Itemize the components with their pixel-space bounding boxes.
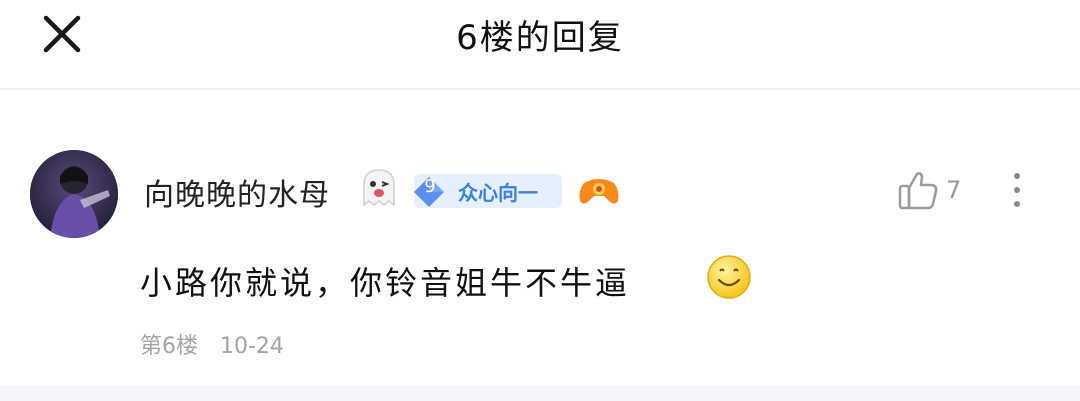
floor-number: 第6楼 [140, 334, 198, 359]
thumbs-up-icon [898, 172, 938, 210]
fan-level-badge[interactable]: 9 众心向一 [414, 174, 562, 208]
more-vertical-icon [1014, 173, 1020, 207]
ghost-emoji-icon [363, 169, 395, 207]
username[interactable]: 向晚晚的水母 [144, 170, 330, 214]
page-title: 6楼的回复 [456, 18, 624, 58]
smile-emoji-icon [707, 255, 751, 299]
badge-level: 9 [424, 176, 436, 197]
header: 6楼的回复 [0, 0, 1080, 88]
section-separator [0, 386, 1080, 401]
gamepad-icon [579, 179, 619, 204]
like-count: 7 [946, 176, 962, 204]
post-meta: 第6楼 10-24 [140, 328, 284, 360]
reply-post: 向晚晚的水母 9 众心向一 7 小路你就说，你铃音姐牛不牛逼 第6楼 10-24 [0, 90, 1080, 386]
like-button[interactable] [896, 168, 940, 212]
more-options-button[interactable] [1002, 168, 1032, 212]
reply-content: 小路你就说，你铃音姐牛不牛逼 [140, 264, 631, 302]
post-date: 10-24 [220, 334, 284, 359]
avatar[interactable] [30, 150, 118, 238]
badge-text: 众心向一 [458, 181, 538, 205]
